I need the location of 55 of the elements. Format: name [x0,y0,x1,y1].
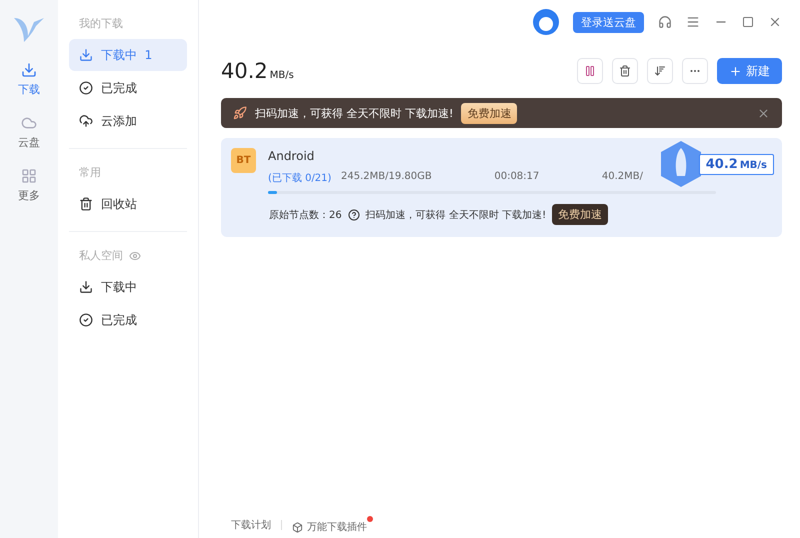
headset-icon[interactable] [658,15,672,29]
menu-icon[interactable] [686,15,700,29]
promo-text: 扫码加速，可获得 全天不限时 下载加速! [255,106,454,120]
sidebar-item[interactable]: 下载中 1 [69,39,187,71]
download-icon [79,48,93,62]
free-boost-button[interactable]: 免费加速 [461,102,518,124]
cloud-upload-icon [79,114,93,128]
cloud-icon [21,115,37,131]
login-button[interactable]: 登录送云盘 [573,12,644,32]
sidebar-item[interactable]: 下载中 [69,271,187,303]
sidebar-item[interactable]: 已完成 [69,304,187,336]
trash-icon [619,65,631,77]
pause-button[interactable] [577,58,603,84]
eye-icon[interactable] [129,250,141,262]
plus-icon [729,64,742,78]
download-plan-link[interactable]: 下载计划 [231,518,271,532]
new-button[interactable]: 新建 [717,58,782,84]
node-count: 原始节点数：26 [269,208,342,222]
close-icon[interactable] [757,106,770,120]
bt-file-icon: BT [231,148,256,173]
task-name: Android [268,149,316,163]
check-circle-icon [79,81,93,95]
rocket-badge-icon [658,140,703,188]
grid-icon [21,168,37,184]
maximize-icon[interactable] [742,16,754,28]
rocket-icon [233,106,247,120]
task-card[interactable]: BT Android (已下载 0/21) 245.2MB/19.80GB 00:08:17 40.2MB/ 原始节点数：26 扫码加速，可获得 全天不限时 下载加速! 免费加速 40.2 MB/s [221,138,782,237]
section-title: 我的下载 [79,16,123,31]
download-icon [21,62,37,78]
remaining-time: 00:08:17 [494,171,540,184]
pause-icon [584,65,596,77]
promo-text: 扫码加速，可获得 全天不限时 下载加速! [366,208,546,222]
plugin-link[interactable]: 万能下载插件 [292,520,367,534]
sort-button[interactable] [647,58,673,84]
nav-item[interactable]: 更多 [18,168,40,203]
avatar-icon [533,9,559,35]
nav-item[interactable]: 下载 [18,62,40,97]
delete-button[interactable] [612,58,638,84]
total-speed: 40.2 MB/s [221,59,295,83]
sort-icon [654,65,666,77]
cube-icon [292,522,303,532]
task-size: 245.2MB/19.80GB [340,171,432,184]
close-icon[interactable] [768,15,782,29]
free-boost-button[interactable]: 免费加速 [552,204,608,225]
trash-icon [79,197,93,211]
task-speed: 40.2MB/ [602,171,644,184]
file-count: (已下载 0/21) [268,172,332,185]
section-title: 常用 [79,165,101,180]
sidebar-item[interactable]: 回收站 [69,188,187,220]
sidebar-item[interactable]: 云添加 [69,105,187,137]
nav-item[interactable]: 云盘 [18,115,40,150]
section-title: 私人空间 [79,248,123,263]
sidebar-item[interactable]: 已完成 [69,72,187,104]
help-icon[interactable] [348,208,360,220]
boost-speed: 40.2 MB/s [698,154,774,174]
